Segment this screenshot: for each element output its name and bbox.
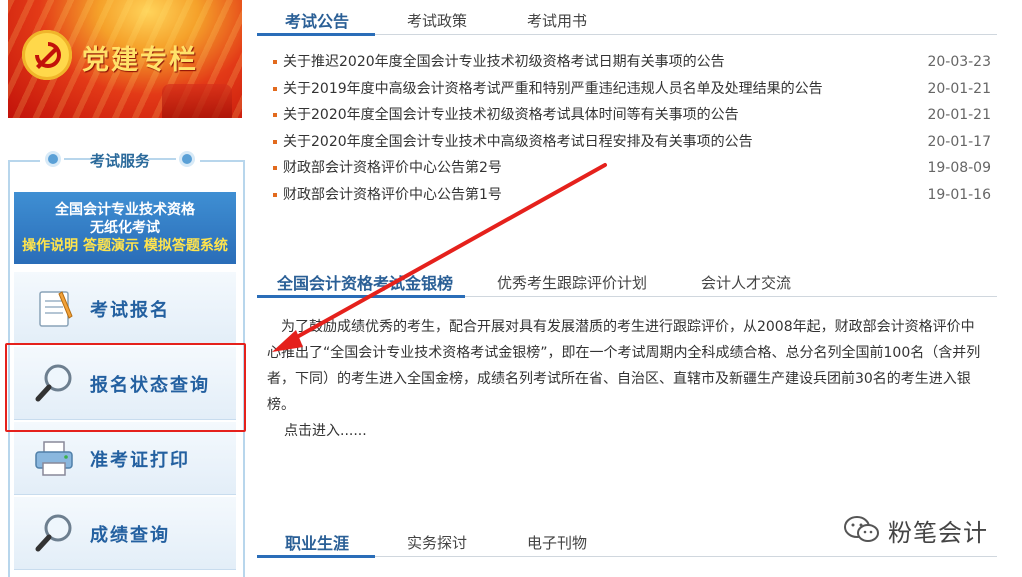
announcement-title[interactable]: 财政部会计资格评价中心公告第2号	[283, 158, 502, 178]
watermark-text: 粉笔会计	[888, 519, 988, 547]
magnifier-icon	[32, 511, 76, 555]
tab-talent-exchange[interactable]: 会计人才交流	[701, 272, 791, 293]
tab-practice[interactable]: 实务探讨	[407, 532, 467, 553]
announcement-list: 关于推迟2020年度全国会计专业技术初级资格考试日期有关事项的公告 20-03-…	[270, 52, 995, 212]
promo-line-2: 无纸化考试	[90, 220, 160, 236]
announcement-date: 20-03-23	[927, 54, 991, 70]
notepad-icon	[32, 286, 76, 330]
announcement-date: 20-01-17	[927, 133, 991, 150]
paperless-exam-promo[interactable]: 全国会计专业技术资格 无纸化考试 操作说明 答题演示 模拟答题系统	[14, 192, 236, 264]
goldlist-tabbar: 全国会计资格考试金银榜 优秀考生跟踪评价计划 会计人才交流	[257, 262, 997, 298]
announcement-title[interactable]: 关于2019年度中高级会计资格考试严重和特别严重违纪违规人员名单及处理结果的公告	[283, 79, 823, 99]
announcement-date: 19-01-16	[927, 186, 991, 203]
admission-ticket-label: 准考证打印	[90, 450, 190, 471]
party-emblem-icon	[22, 30, 72, 80]
announcement-tabbar: 考试公告 考试政策 考试用书	[257, 0, 997, 36]
tab-exam-policy[interactable]: 考试政策	[407, 10, 467, 31]
printer-icon	[32, 436, 76, 480]
divider	[148, 158, 176, 160]
goldlist-more-link[interactable]: 点击进入......	[284, 420, 367, 440]
banner-decoration	[162, 84, 232, 118]
list-item[interactable]: 关于2020年度全国会计专业技术中高级资格考试日程安排及有关事项的公告 20-0…	[270, 132, 995, 159]
list-item[interactable]: 财政部会计资格评价中心公告第2号 19-08-09	[270, 158, 995, 185]
announcement-date: 20-01-21	[927, 80, 991, 97]
tab-exam-announcements[interactable]: 考试公告	[285, 8, 349, 32]
goldlist-description: 为了鼓励成绩优秀的考生，配合开展对具有发展潜质的考生进行跟踪评价，从2008年起…	[267, 314, 987, 418]
list-item[interactable]: 关于2020年度全国会计专业技术初级资格考试具体时间等有关事项的公告 20-01…	[270, 105, 995, 132]
banner-title: 党建专栏	[82, 45, 198, 76]
tab-e-journal[interactable]: 电子刊物	[527, 532, 587, 553]
dot-icon	[182, 154, 192, 164]
score-query-button[interactable]: 成绩查询	[14, 497, 236, 570]
promo-line-1: 全国会计专业技术资格	[55, 202, 195, 218]
bullet-icon	[273, 113, 277, 118]
active-tab-indicator	[257, 295, 465, 298]
bullet-icon	[273, 166, 277, 171]
announcement-date: 20-01-21	[927, 107, 991, 124]
wechat-icon	[844, 516, 879, 542]
announcement-title[interactable]: 关于2020年度全国会计专业技术初级资格考试具体时间等有关事项的公告	[283, 105, 739, 125]
admission-ticket-button[interactable]: 准考证打印	[14, 422, 236, 495]
list-item[interactable]: 关于推迟2020年度全国会计专业技术初级资格考试日期有关事项的公告 20-03-…	[270, 52, 995, 79]
list-item[interactable]: 财政部会计资格评价中心公告第1号 19-01-16	[270, 185, 995, 212]
highlight-box	[5, 343, 246, 432]
active-tab-indicator	[257, 33, 375, 36]
party-building-banner[interactable]: 党建专栏	[8, 0, 242, 118]
exam-registration-button[interactable]: 考试报名	[14, 272, 236, 345]
career-tabbar: 职业生涯 实务探讨 电子刊物	[257, 522, 997, 558]
bullet-icon	[273, 192, 277, 197]
announcement-date: 19-08-09	[927, 160, 991, 177]
exam-service-heading: 考试服务	[40, 146, 200, 172]
exam-registration-label: 考试报名	[90, 300, 170, 321]
exam-service-title: 考试服务	[89, 152, 150, 170]
bullet-icon	[273, 139, 277, 144]
tab-excellent-tracking[interactable]: 优秀考生跟踪评价计划	[497, 272, 647, 293]
promo-line-3: 操作说明 答题演示 模拟答题系统	[22, 238, 228, 254]
tab-exam-books[interactable]: 考试用书	[527, 10, 587, 31]
announcement-title[interactable]: 财政部会计资格评价中心公告第1号	[283, 185, 502, 205]
list-item[interactable]: 关于2019年度中高级会计资格考试严重和特别严重违纪违规人员名单及处理结果的公告…	[270, 79, 995, 106]
score-query-label: 成绩查询	[90, 525, 170, 546]
active-tab-indicator	[257, 555, 375, 558]
announcement-title[interactable]: 关于推迟2020年度全国会计专业技术初级资格考试日期有关事项的公告	[283, 52, 725, 72]
bullet-icon	[273, 60, 277, 64]
announcement-title[interactable]: 关于2020年度全国会计专业技术中高级资格考试日程安排及有关事项的公告	[283, 132, 753, 152]
tab-career[interactable]: 职业生涯	[285, 530, 349, 554]
goldlist-paragraph: 为了鼓励成绩优秀的考生，配合开展对具有发展潜质的考生进行跟踪评价，从2008年起…	[267, 319, 981, 413]
bullet-icon	[273, 86, 277, 91]
tab-goldlist[interactable]: 全国会计资格考试金银榜	[277, 270, 453, 294]
